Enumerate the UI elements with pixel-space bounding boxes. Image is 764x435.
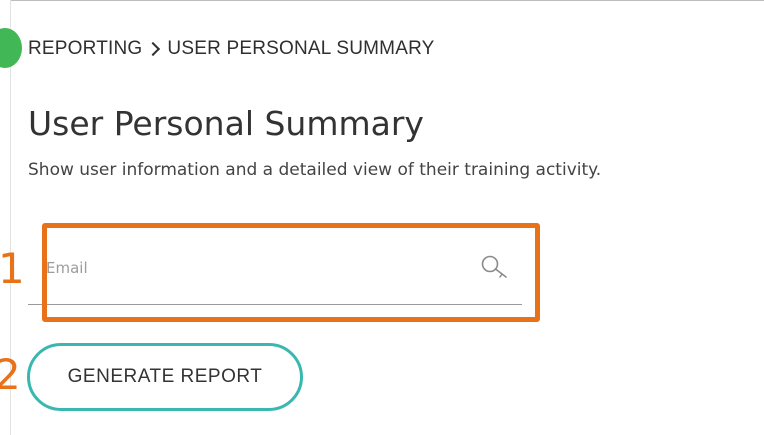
chevron-right-icon: [146, 41, 161, 57]
sidebar-badge: [0, 28, 22, 68]
top-divider: [10, 0, 764, 1]
page-title: User Personal Summary: [28, 104, 424, 143]
breadcrumb: REPORTING USER PERSONAL SUMMARY: [28, 38, 435, 60]
annotation-step-1: 1: [0, 244, 25, 293]
annotation-step-2: 2: [0, 350, 21, 399]
annotation-highlight-box: [42, 223, 540, 322]
breadcrumb-current: USER PERSONAL SUMMARY: [167, 38, 435, 59]
generate-report-button[interactable]: GENERATE REPORT: [27, 343, 303, 411]
breadcrumb-reporting-link[interactable]: REPORTING: [28, 38, 142, 60]
page-description: Show user information and a detailed vie…: [28, 160, 602, 180]
